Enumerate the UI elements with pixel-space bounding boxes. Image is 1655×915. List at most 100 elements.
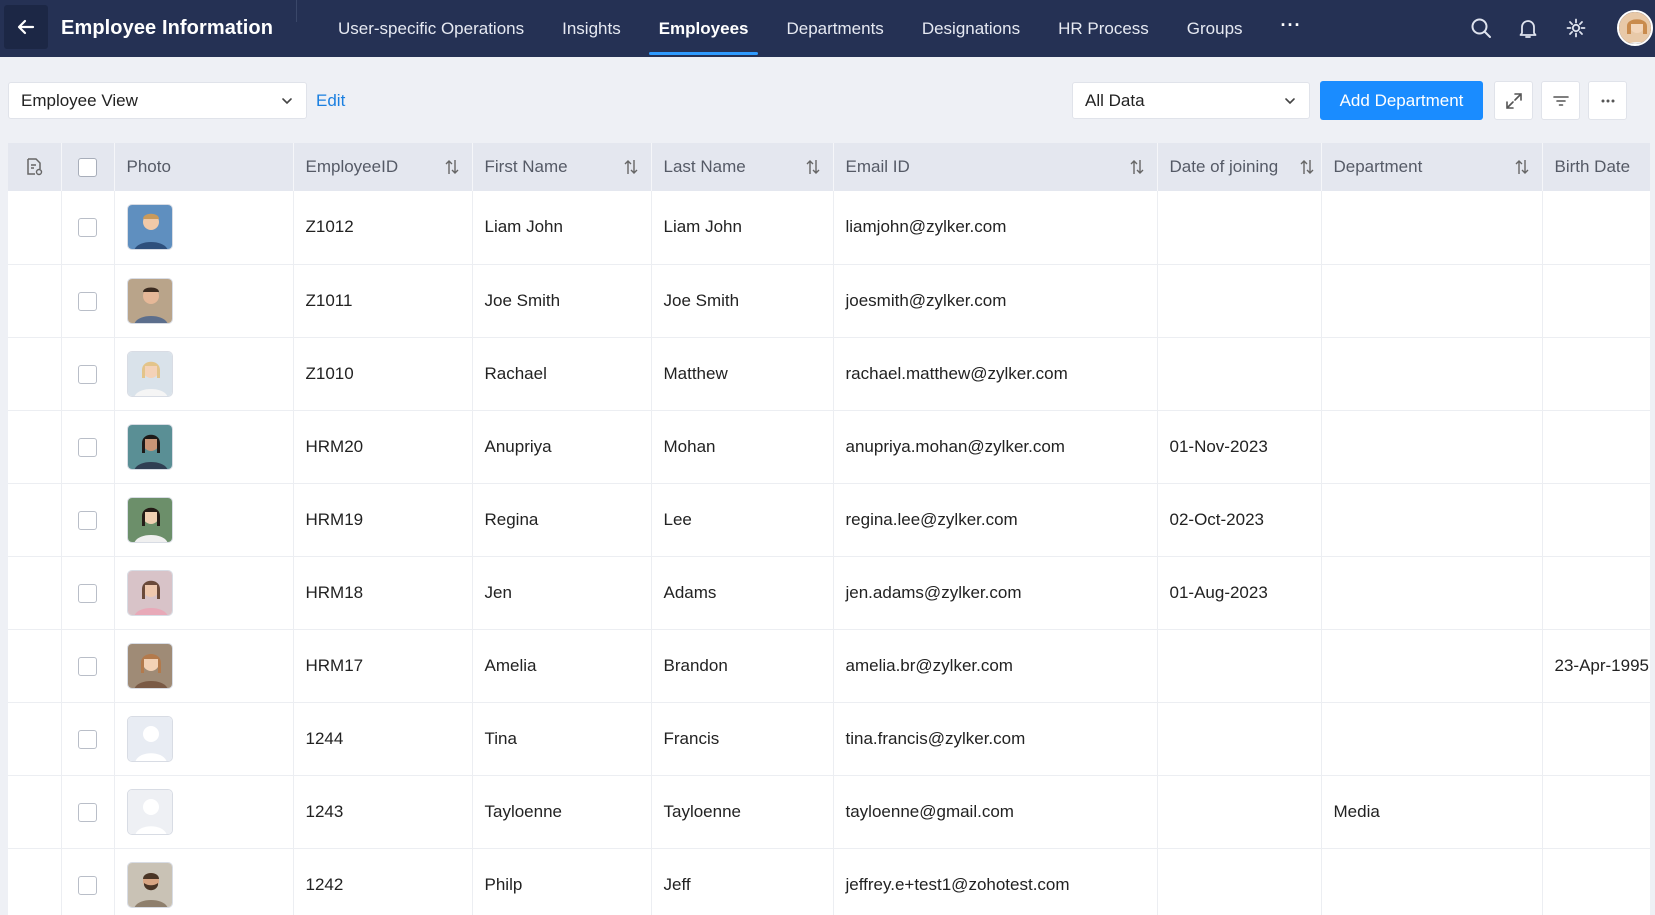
column-employee-id[interactable]: EmployeeID bbox=[293, 143, 473, 191]
row-settings-cell bbox=[8, 702, 62, 776]
add-department-button[interactable]: Add Department bbox=[1320, 81, 1483, 120]
column-email-id[interactable]: Email ID bbox=[833, 143, 1158, 191]
sort-icon[interactable] bbox=[805, 158, 821, 176]
nav-designations[interactable]: Designations bbox=[903, 0, 1039, 57]
table-row[interactable]: HRM19 Regina Lee regina.lee@zylker.com 02-Oc… bbox=[8, 483, 1650, 557]
column-first-name[interactable]: First Name bbox=[472, 143, 652, 191]
data-filter-select[interactable]: All Data bbox=[1072, 82, 1310, 119]
filter-button[interactable] bbox=[1541, 81, 1580, 120]
edit-view-link[interactable]: Edit bbox=[316, 82, 345, 119]
column-first-name-label: First Name bbox=[484, 157, 568, 176]
birth-date-cell bbox=[1542, 702, 1650, 776]
nav-groups[interactable]: Groups bbox=[1168, 0, 1262, 57]
table-row[interactable]: Z1011 Joe Smith Joe Smith joesmith@zylker.c… bbox=[8, 264, 1650, 338]
table-row[interactable]: HRM18 Jen Adams jen.adams@zylker.com 01-Aug-… bbox=[8, 556, 1650, 630]
column-date-of-joining[interactable]: Date of joining bbox=[1157, 143, 1322, 191]
column-birth-date[interactable]: Birth Date bbox=[1542, 143, 1650, 191]
nav-hr-process[interactable]: HR Process bbox=[1039, 0, 1168, 57]
table-row[interactable]: HRM20 Anupriya Mohan anupriya.mohan@zylker.… bbox=[8, 410, 1650, 484]
table-row[interactable]: 1242 Philp Jeff jeffrey.e+test1@zohotest.co… bbox=[8, 848, 1650, 915]
column-department[interactable]: Department bbox=[1321, 143, 1543, 191]
column-settings-header[interactable] bbox=[8, 143, 62, 191]
row-checkbox[interactable] bbox=[78, 437, 97, 457]
date-of-joining-cell bbox=[1157, 629, 1322, 703]
birth-date-cell bbox=[1542, 410, 1650, 484]
nav-more-button[interactable]: ··· bbox=[1262, 0, 1321, 57]
sort-icon[interactable] bbox=[623, 158, 639, 176]
employee-photo bbox=[126, 569, 173, 616]
birth-date-cell bbox=[1542, 556, 1650, 630]
photo-cell bbox=[114, 264, 294, 338]
photo-cell bbox=[114, 191, 294, 265]
email-cell: liamjohn@zylker.com bbox=[833, 191, 1158, 265]
row-checkbox-cell bbox=[61, 556, 115, 630]
select-all-header bbox=[61, 143, 115, 191]
row-settings-cell bbox=[8, 556, 62, 630]
sort-icon[interactable] bbox=[444, 158, 460, 176]
gear-icon[interactable] bbox=[1564, 16, 1588, 40]
date-of-joining-cell bbox=[1157, 702, 1322, 776]
department-cell bbox=[1321, 191, 1543, 265]
column-email-id-label: Email ID bbox=[845, 157, 910, 176]
email-cell: jen.adams@zylker.com bbox=[833, 556, 1158, 630]
date-of-joining-cell bbox=[1157, 191, 1322, 265]
first-name-cell: Joe Smith bbox=[472, 264, 652, 338]
expand-button[interactable] bbox=[1494, 81, 1533, 120]
last-name-cell: Tayloenne bbox=[651, 775, 834, 849]
column-last-name[interactable]: Last Name bbox=[651, 143, 834, 191]
email-cell: tayloenne@gmail.com bbox=[833, 775, 1158, 849]
email-cell: amelia.br@zylker.com bbox=[833, 629, 1158, 703]
row-checkbox[interactable] bbox=[78, 583, 97, 603]
table-row[interactable]: Z1012 Liam John Liam John liamjohn@zylker.c… bbox=[8, 191, 1650, 265]
first-name-cell: Philp bbox=[472, 848, 652, 915]
row-checkbox[interactable] bbox=[78, 656, 97, 676]
sort-icon[interactable] bbox=[1299, 158, 1315, 176]
row-settings-cell bbox=[8, 337, 62, 411]
date-of-joining-cell: 01-Aug-2023 bbox=[1157, 556, 1322, 630]
nav-insights[interactable]: Insights bbox=[543, 0, 640, 57]
nav-user-specific-operations[interactable]: User-specific Operations bbox=[319, 0, 543, 57]
row-checkbox[interactable] bbox=[78, 802, 97, 822]
birth-date-cell bbox=[1542, 775, 1650, 849]
department-cell: Media bbox=[1321, 775, 1543, 849]
nav-departments[interactable]: Departments bbox=[767, 0, 902, 57]
row-settings-cell bbox=[8, 264, 62, 338]
employee-id-cell: HRM20 bbox=[293, 410, 473, 484]
row-checkbox[interactable] bbox=[78, 510, 97, 530]
view-select[interactable]: Employee View bbox=[8, 82, 307, 119]
row-checkbox[interactable] bbox=[78, 875, 97, 895]
last-name-cell: Lee bbox=[651, 483, 834, 557]
table-row[interactable]: Z1010 Rachael Matthew rachael.matthew@zylke… bbox=[8, 337, 1650, 411]
row-settings-cell bbox=[8, 483, 62, 557]
row-checkbox[interactable] bbox=[78, 218, 97, 238]
column-date-of-joining-label: Date of joining bbox=[1169, 157, 1279, 176]
row-checkbox[interactable] bbox=[78, 364, 97, 384]
chevron-down-icon bbox=[282, 97, 292, 104]
more-options-button[interactable] bbox=[1588, 81, 1627, 120]
table-row[interactable]: 1243 Tayloenne Tayloenne tayloenne@gmail.co… bbox=[8, 775, 1650, 849]
row-checkbox[interactable] bbox=[78, 291, 97, 311]
search-icon[interactable] bbox=[1469, 16, 1493, 40]
back-button[interactable] bbox=[4, 5, 48, 49]
user-avatar[interactable] bbox=[1617, 10, 1653, 46]
department-cell bbox=[1321, 410, 1543, 484]
sort-icon[interactable] bbox=[1514, 158, 1530, 176]
select-all-checkbox[interactable] bbox=[78, 158, 97, 177]
date-of-joining-cell bbox=[1157, 264, 1322, 338]
table-header-row: Photo EmployeeID First Name Last Name Em… bbox=[8, 143, 1650, 191]
bell-icon[interactable] bbox=[1516, 16, 1540, 40]
table-row[interactable]: HRM17 Amelia Brandon amelia.br@zylker.com 23… bbox=[8, 629, 1650, 703]
table-row[interactable]: 1244 Tina Francis tina.francis@zylker.com bbox=[8, 702, 1650, 776]
nav-employees[interactable]: Employees bbox=[640, 0, 768, 57]
last-name-cell: Joe Smith bbox=[651, 264, 834, 338]
employee-photo bbox=[126, 350, 173, 397]
row-checkbox-cell bbox=[61, 483, 115, 557]
column-settings-icon bbox=[27, 158, 43, 176]
row-checkbox[interactable] bbox=[78, 729, 97, 749]
employee-table: Photo EmployeeID First Name Last Name Em… bbox=[8, 143, 1650, 915]
sort-icon[interactable] bbox=[1129, 158, 1145, 176]
employee-photo bbox=[126, 204, 173, 251]
top-bar: Employee Information User-specific Opera… bbox=[0, 0, 1655, 57]
date-of-joining-cell: 02-Oct-2023 bbox=[1157, 483, 1322, 557]
last-name-cell: Adams bbox=[651, 556, 834, 630]
